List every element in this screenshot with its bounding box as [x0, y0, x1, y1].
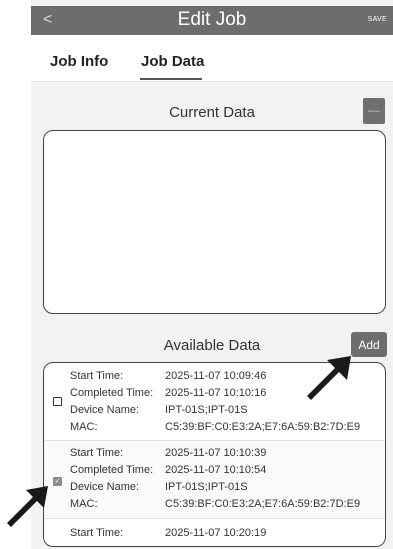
start-time-line: Start Time: 2025-11-07 10:10:39: [70, 447, 266, 460]
top-bar: < Edit Job SAVE: [31, 6, 393, 35]
device-name-value: IPT-01S;IPT-01S: [165, 404, 248, 416]
start-time-label: Start Time:: [70, 447, 124, 459]
list-item[interactable]: ✓ Start Time: 2025-11-07 10:10:39 Complet…: [44, 441, 385, 519]
completed-time-line: Completed Time: 2025-11-07 10:10:54: [70, 464, 266, 477]
mac-value: C5:39:BF:C0:E3:2A;E7:6A:59:B2:7D:E9: [165, 498, 361, 510]
row-checkbox[interactable]: [53, 397, 62, 406]
completed-time-value: 2025-11-07 10:10:54: [165, 464, 267, 476]
start-time-value: 2025-11-07 10:20:19: [165, 527, 267, 539]
completed-time-label: Completed Time:: [70, 387, 154, 399]
remove-button[interactable]: Remove: [363, 98, 385, 124]
completed-time-line: Completed Time: 2025-11-07 10:10:16: [70, 387, 266, 400]
current-data-list[interactable]: [43, 130, 386, 314]
mac-line: MAC: C5:39:BF:C0:E3:2A;E7:6A:59:B2:7D:E9: [70, 498, 360, 511]
start-time-value: 2025-11-07 10:10:39: [165, 447, 267, 459]
list-item[interactable]: Start Time: 2025-11-07 10:20:19: [44, 519, 385, 546]
mac-line: MAC: C5:39:BF:C0:E3:2A;E7:6A:59:B2:7D:E9: [70, 421, 360, 434]
mac-value: C5:39:BF:C0:E3:2A;E7:6A:59:B2:7D:E9: [165, 421, 361, 433]
start-time-label: Start Time:: [70, 527, 124, 539]
completed-time-label: Completed Time:: [70, 464, 154, 476]
start-time-label: Start Time:: [70, 370, 124, 382]
mac-label: MAC:: [70, 498, 98, 510]
row-checkbox-checked[interactable]: ✓: [53, 477, 62, 486]
device-name-label: Device Name:: [70, 481, 140, 493]
pointer-arrow-icon: [7, 486, 48, 527]
app-frame: < Edit Job SAVE Job Info Job Data Curren…: [31, 0, 393, 549]
active-tab-indicator: [140, 78, 202, 80]
device-name-line: Device Name: IPT-01S;IPT-01S: [70, 481, 248, 494]
start-time-value: 2025-11-07 10:09:46: [165, 370, 267, 382]
pointer-arrow-icon: [307, 356, 351, 400]
device-name-line: Device Name: IPT-01S;IPT-01S: [70, 404, 248, 417]
mac-label: MAC:: [70, 421, 98, 433]
page-title: Edit Job: [177, 9, 247, 30]
completed-time-value: 2025-11-07 10:10:16: [165, 387, 267, 399]
add-button[interactable]: Add: [351, 332, 387, 357]
device-name-label: Device Name:: [70, 404, 140, 416]
current-data-title: Current Data: [169, 104, 255, 121]
start-time-line: Start Time: 2025-11-07 10:09:46: [70, 370, 266, 383]
tab-job-data[interactable]: Job Data: [141, 53, 204, 71]
save-button[interactable]: SAVE: [368, 16, 387, 23]
device-name-value: IPT-01S;IPT-01S: [165, 481, 248, 493]
tab-bar: Job Info Job Data: [31, 35, 393, 82]
tab-job-info[interactable]: Job Info: [50, 53, 108, 71]
start-time-line: Start Time: 2025-11-07 10:20:19: [70, 527, 266, 540]
